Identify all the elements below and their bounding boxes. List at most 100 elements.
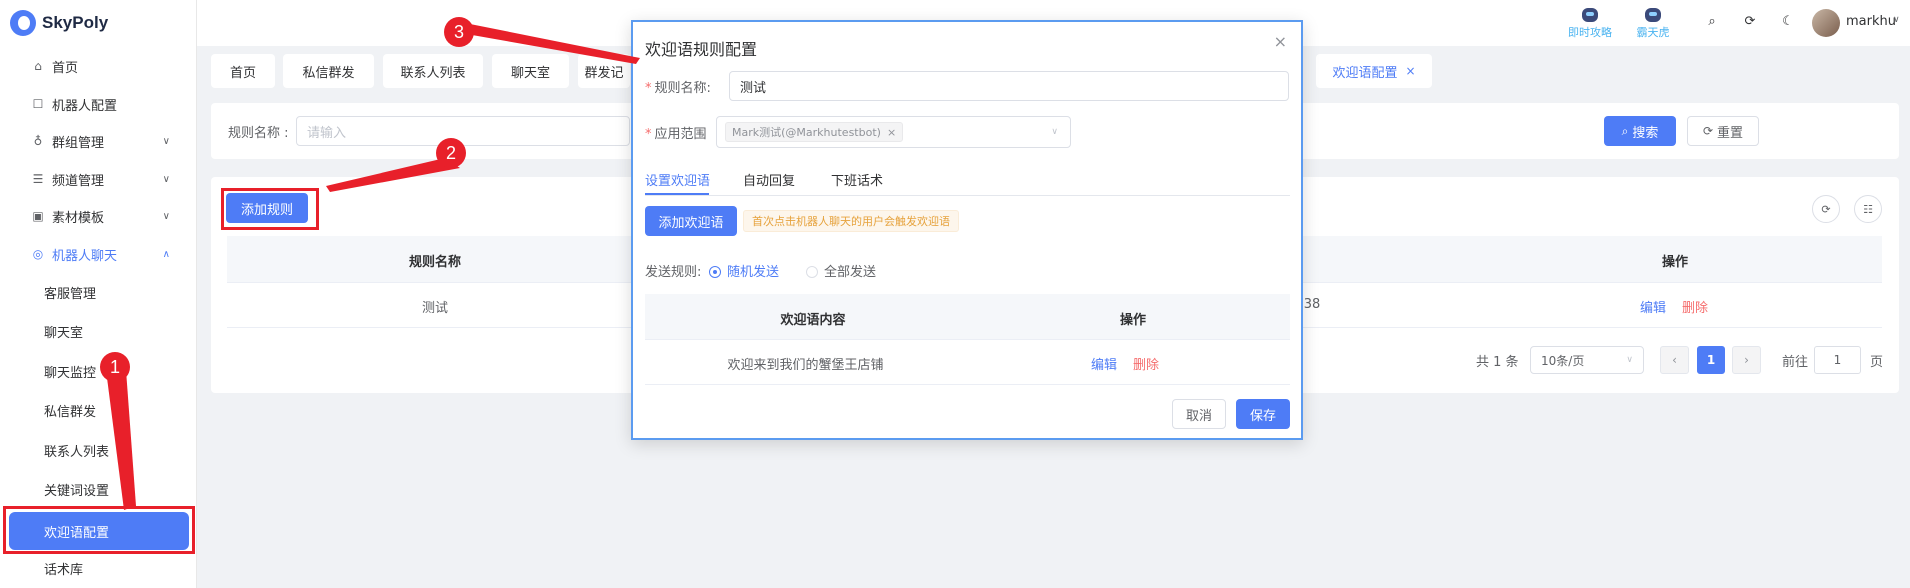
edit-link[interactable]: 编辑 <box>1638 297 1668 316</box>
app-logo[interactable]: SkyPoly <box>0 0 196 46</box>
chevron-down-icon[interactable]: ∨ <box>1893 15 1900 25</box>
skypoly-logo-icon <box>10 10 36 36</box>
username[interactable]: markhu <box>1846 14 1896 29</box>
sidebar-item-label: 私信群发 <box>44 404 97 420</box>
sidebar-item-material-template[interactable]: ▣ 素材模板 ∨ <box>0 197 196 235</box>
sidebar-sub-chatroom[interactable]: 聊天室 <box>0 312 196 350</box>
chevron-down-icon: ∨ <box>162 135 170 147</box>
dialog-title: 欢迎语规则配置 <box>645 40 758 59</box>
tabs-divider <box>645 195 1290 196</box>
edit-link[interactable]: 编辑 <box>1089 354 1119 373</box>
radio-random[interactable]: 随机发送 <box>709 261 779 280</box>
active-tab-indicator <box>645 193 709 195</box>
tab-auto-reply[interactable]: 自动回复 <box>743 170 795 189</box>
close-icon[interactable]: × <box>887 126 896 139</box>
save-button[interactable]: 保存 <box>1236 399 1290 429</box>
sidebar-sub-contacts[interactable]: 联系人列表 <box>0 431 196 469</box>
sidebar-item-label: 素材模板 <box>52 210 105 226</box>
reset-button[interactable]: ⟳ 重置 <box>1687 116 1759 146</box>
radio-all[interactable]: 全部发送 <box>806 261 876 280</box>
search-icon[interactable]: ⌕ <box>1703 13 1721 31</box>
rule-name-input[interactable]: 请输入 <box>296 116 630 146</box>
sidebar-item-label: 客服管理 <box>44 286 97 302</box>
cancel-button[interactable]: 取消 <box>1172 399 1226 429</box>
column-header-content: 欢迎语内容 <box>780 313 846 328</box>
tab-welcome-config[interactable]: 欢迎语配置 × <box>1316 54 1432 88</box>
rule-name-field[interactable]: 测试 <box>729 71 1289 101</box>
sidebar-item-robot-chat[interactable]: ◎ 机器人聊天 ∧ <box>0 235 196 273</box>
column-settings-icon[interactable]: ☷ <box>1854 195 1882 223</box>
prev-page-button[interactable]: ‹ <box>1660 346 1689 374</box>
page-1-button[interactable]: 1 <box>1697 346 1725 374</box>
column-header-action: 操作 <box>1119 313 1146 328</box>
tab-label: 欢迎语配置 <box>1332 65 1398 81</box>
goto-page-input[interactable]: 1 <box>1814 346 1861 374</box>
delete-link[interactable]: 删除 <box>1680 297 1710 316</box>
bumblebee-badge[interactable]: 霸天虎 <box>1625 8 1681 40</box>
chat-bot-icon: ◎ <box>32 247 44 261</box>
chevron-up-icon: ∧ <box>162 248 170 260</box>
sidebar-item-label: 群组管理 <box>52 135 105 151</box>
close-icon[interactable]: × <box>1405 64 1415 78</box>
avatar[interactable] <box>1812 9 1840 37</box>
close-icon[interactable]: × <box>1274 32 1287 51</box>
tab-set-welcome[interactable]: 设置欢迎语 <box>645 170 710 189</box>
sidebar-item-label: 关键词设置 <box>44 483 110 499</box>
sidebar-sub-dm-broadcast[interactable]: 私信群发 <box>0 391 196 429</box>
tab-home[interactable]: 首页 <box>211 54 275 88</box>
send-rule-label: 发送规则: <box>645 265 702 280</box>
button-label: 重置 <box>1717 125 1744 141</box>
scope-select[interactable]: Mark测试(@Markhutestbot) × ∨ <box>716 116 1071 148</box>
search-button[interactable]: ⌕ 搜索 <box>1604 116 1676 146</box>
template-icon: ▣ <box>32 209 44 223</box>
radio-unchecked-icon <box>806 266 818 278</box>
scope-chip: Mark测试(@Markhutestbot) × <box>725 122 904 142</box>
rule-name-label: 规则名称 : <box>228 126 289 141</box>
sidebar-item-home[interactable]: ⌂ 首页 <box>0 47 196 85</box>
chevron-down-icon: ∨ <box>1626 355 1633 365</box>
sidebar-sub-service-mgmt[interactable]: 客服管理 <box>0 273 196 311</box>
page-unit-label: 页 <box>1870 355 1884 370</box>
sidebar-sub-script-library[interactable]: 话术库 <box>0 549 196 587</box>
sidebar-item-label: 聊天监控 <box>44 365 97 381</box>
add-welcome-button[interactable]: 添加欢迎语 <box>645 206 737 236</box>
channel-icon: ☰ <box>32 172 44 186</box>
sidebar-item-label: 话术库 <box>44 562 84 578</box>
page-size-value: 10条/页 <box>1541 353 1585 368</box>
refresh-icon[interactable]: ⟳ <box>1812 195 1840 223</box>
refresh-icon: ⟳ <box>1702 124 1714 138</box>
robot-icon: ☐ <box>32 97 44 111</box>
sidebar-item-label: 机器人配置 <box>52 98 118 114</box>
scope-field-label: * 应用范围 <box>645 127 707 142</box>
home-icon: ⌂ <box>34 59 42 73</box>
instant-guide-badge[interactable]: 即时攻略 <box>1562 8 1618 40</box>
tab-chatroom[interactable]: 聊天室 <box>492 54 569 88</box>
chip-label: Mark测试(@Markhutestbot) <box>732 126 881 139</box>
sidebar-sub-chat-monitor[interactable]: 聊天监控 <box>0 352 196 390</box>
delete-link[interactable]: 删除 <box>1131 354 1161 373</box>
column-header-rule-name: 规则名称 <box>408 255 461 270</box>
robot-icon <box>1582 8 1598 22</box>
time-cell-fragment: 38 <box>1303 297 1321 312</box>
sidebar-item-label: 聊天室 <box>44 325 84 341</box>
sidebar-item-group-mgmt[interactable]: ♁ 群组管理 ∨ <box>0 122 196 160</box>
sidebar-item-label: 频道管理 <box>52 173 105 189</box>
sidebar-item-label: 联系人列表 <box>44 444 110 460</box>
chevron-down-icon: ∨ <box>162 173 170 185</box>
welcome-table-header <box>645 294 1290 340</box>
tab-off-work-script[interactable]: 下班话术 <box>831 170 883 189</box>
sidebar-item-channel-mgmt[interactable]: ☰ 频道管理 ∨ <box>0 160 196 198</box>
tab-broadcast-records[interactable]: 群发记 <box>578 54 630 88</box>
sidebar-item-robot-config[interactable]: ☐ 机器人配置 <box>0 85 196 123</box>
tab-contacts[interactable]: 联系人列表 <box>383 54 483 88</box>
tab-dm-broadcast[interactable]: 私信群发 <box>283 54 374 88</box>
sidebar-sub-keywords[interactable]: 关键词设置 <box>0 470 196 508</box>
annotation-box-welcome-config <box>3 506 195 554</box>
next-page-button[interactable]: › <box>1732 346 1761 374</box>
page-size-select[interactable]: 10条/页 ∨ <box>1530 346 1644 374</box>
moon-icon[interactable]: ☾ <box>1779 13 1797 31</box>
refresh-icon[interactable]: ⟳ <box>1741 13 1759 31</box>
column-header-action: 操作 <box>1661 255 1688 270</box>
annotation-box-add-rule <box>221 188 319 230</box>
annotation-number-3: 3 <box>444 17 474 47</box>
